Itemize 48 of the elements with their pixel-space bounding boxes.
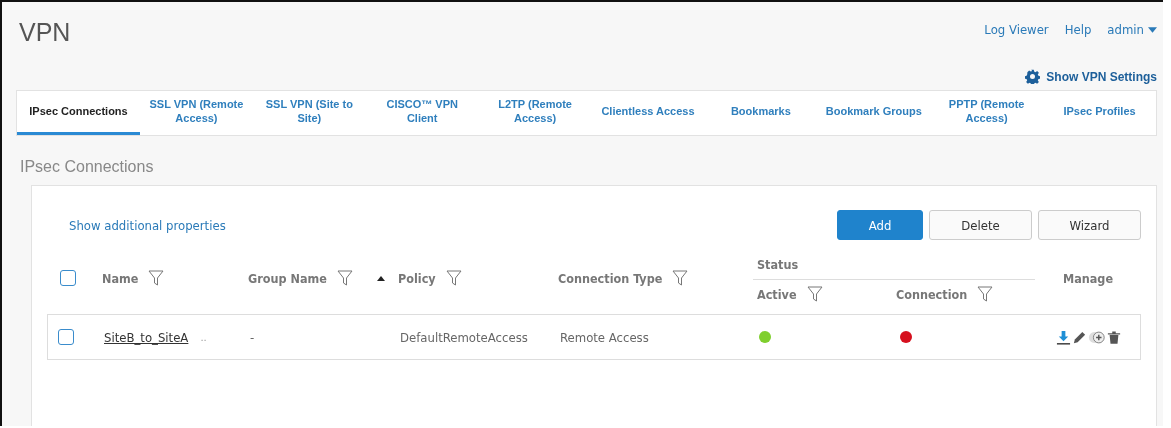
gear-icon	[1025, 69, 1041, 84]
section-title: IPsec Connections	[20, 158, 155, 176]
column-header: Manage	[1062, 270, 1114, 286]
column-header: Connection	[896, 286, 968, 302]
tab[interactable]: PPTP (Remote Access)	[930, 91, 1044, 135]
action-button[interactable]: Wizard	[1038, 210, 1141, 240]
filter-icon[interactable]	[806, 286, 823, 302]
filter-icon[interactable]	[148, 270, 165, 286]
trash-icon[interactable]	[1107, 329, 1121, 345]
download-icon[interactable]	[1056, 329, 1071, 345]
filter-icon[interactable]	[445, 270, 462, 286]
column-header: Policy	[398, 270, 436, 286]
column-header: Connection Type	[558, 270, 663, 286]
tab[interactable]: Bookmarks	[704, 91, 818, 135]
sort-icon[interactable]	[376, 275, 385, 281]
action-button[interactable]: Add	[837, 210, 923, 240]
settings-link[interactable]: Show VPN Settings	[1025, 69, 1157, 84]
tab[interactable]: Clientless Access	[591, 91, 705, 135]
header-link[interactable]: Help	[1064, 22, 1092, 37]
table-cell: ..	[200, 330, 207, 344]
filter-icon[interactable]	[672, 270, 689, 286]
caret-icon	[1148, 26, 1157, 33]
action-button[interactable]: Delete	[929, 210, 1032, 240]
tab[interactable]: Bookmark Groups	[817, 91, 931, 135]
column-header: Active	[757, 286, 797, 302]
column-header: Name	[102, 270, 139, 286]
tab[interactable]: CISCO™ VPN Client	[365, 91, 479, 135]
connection-link[interactable]: SiteB_to_SiteA	[104, 329, 189, 345]
header-link[interactable]: admin	[1107, 22, 1157, 37]
tab[interactable]: SSL VPN (Remote Access)	[140, 91, 253, 135]
table-cell: DefaultRemoteAccess	[400, 329, 528, 345]
column-group-header: Status	[757, 257, 799, 272]
tab[interactable]: IPsec Profiles	[1043, 91, 1156, 135]
tab[interactable]: IPsec Connections	[17, 91, 140, 135]
table-cell: Remote Access	[560, 329, 649, 345]
tab[interactable]: L2TP (Remote Access)	[478, 91, 592, 135]
column-header: Group Name	[248, 270, 327, 286]
page-title: VPN	[19, 18, 71, 47]
table-cell: -	[250, 329, 255, 345]
filter-icon[interactable]	[336, 270, 353, 286]
properties-link[interactable]: Show additional properties	[69, 217, 226, 233]
row-checkbox[interactable]	[58, 329, 74, 345]
pencil-icon[interactable]	[1072, 329, 1087, 345]
filter-icon[interactable]	[977, 286, 994, 302]
select-all-checkbox[interactable]	[60, 270, 76, 286]
header-link[interactable]: Log Viewer	[984, 22, 1049, 37]
add-circle-icon[interactable]	[1088, 329, 1106, 345]
tab[interactable]: SSL VPN (Site to Site)	[252, 91, 366, 135]
